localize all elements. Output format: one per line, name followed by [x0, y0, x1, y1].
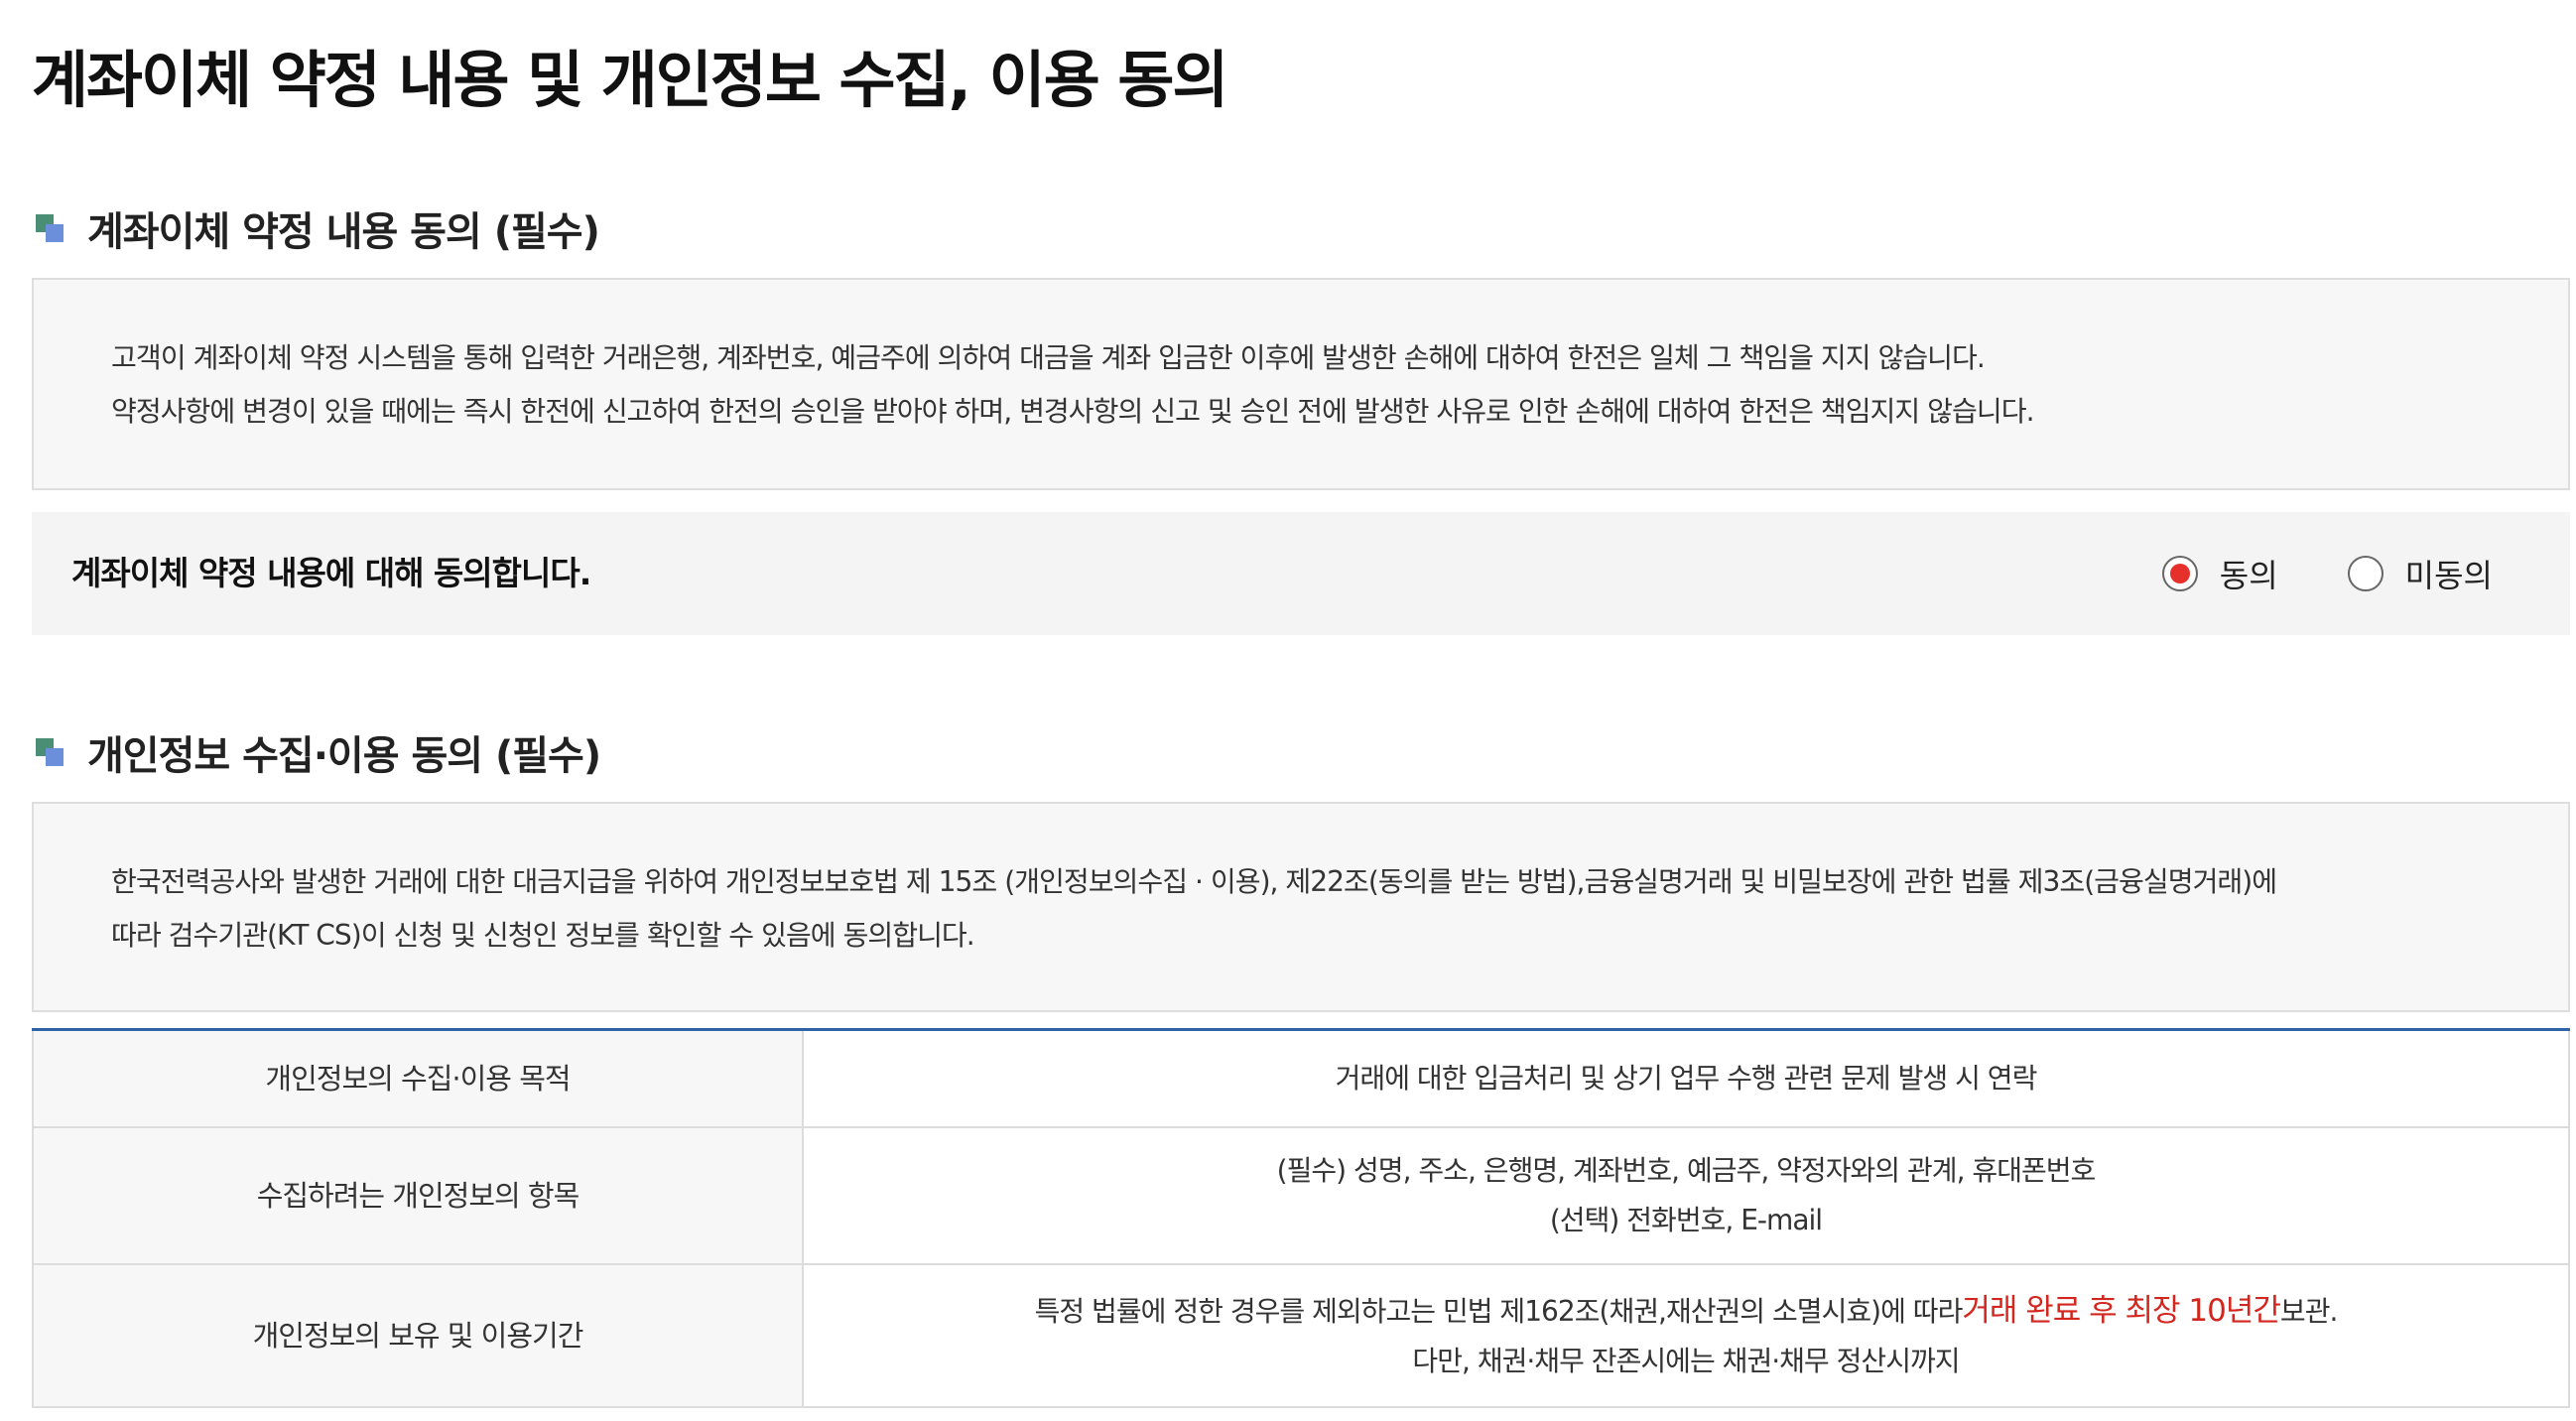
agree-question: 계좌이체 약정 내용에 대해 동의합니다.: [71, 554, 591, 592]
optional-items-text: (선택) 전화번호, E-mail: [1549, 1204, 1823, 1236]
table-value-cell: 거래에 대한 입금처리 및 상기 업무 수행 관련 문제 발생 시 연락: [802, 1028, 2570, 1128]
notice-line: 약정사항에 변경이 있을 때에는 즉시 한전에 신고하여 한전의 승인을 받아야…: [111, 395, 2035, 428]
purpose-text: 거래에 대한 입금처리 및 상기 업무 수행 관련 문제 발생 시 연락: [1335, 1062, 2038, 1095]
agree-radio[interactable]: 동의: [2161, 551, 2278, 596]
table-row: 수집하려는 개인정보의 항목 (필수) 성명, 주소, 은행명, 계좌번호, 예…: [32, 1126, 2570, 1265]
consent-radio-group: 동의 미동의: [2093, 512, 2493, 635]
privacy-info-table: 개인정보의 수집·이용 목적 거래에 대한 입금처리 및 상기 업무 수행 관련…: [32, 1028, 2570, 1408]
disagree-radio[interactable]: 미동의: [2347, 551, 2493, 596]
radio-checked-icon[interactable]: [2161, 556, 2198, 591]
page-title: 계좌이체 약정 내용 및 개인정보 수집, 이용 동의: [32, 44, 1228, 116]
section-header-transfer-agreement: 계좌이체 약정 내용 동의 (필수): [32, 198, 600, 258]
table-row: 개인정보의 보유 및 이용기간 특정 법률에 정한 경우를 제외하고는 민법 제…: [32, 1263, 2570, 1408]
retention-period-text: 특정 법률에 정한 경우를 제외하고는 민법 제162조(채권,재산권의 소멸시…: [814, 1286, 2558, 1337]
privacy-consent-notice: 한국전력공사와 발생한 거래에 대한 대금지급을 위하여 개인정보보호법 제 1…: [32, 802, 2570, 1012]
section-title-transfer-agreement: 계좌이체 약정 내용 동의 (필수): [87, 209, 600, 255]
radio-unchecked-icon[interactable]: [2347, 556, 2383, 591]
notice-line: 고객이 계좌이체 약정 시스템을 통해 입력한 거래은행, 계좌번호, 예금주에…: [111, 341, 1986, 374]
notice-line: 한국전력공사와 발생한 거래에 대한 대금지급을 위하여 개인정보보호법 제 1…: [111, 865, 2277, 898]
retention-suffix: 보관.: [2279, 1294, 2338, 1328]
required-items-text: (필수) 성명, 주소, 은행명, 계좌번호, 예금주, 약정자와의 관계, 휴…: [1276, 1154, 2097, 1187]
table-row: 개인정보의 수집·이용 목적 거래에 대한 입금처리 및 상기 업무 수행 관련…: [32, 1028, 2570, 1128]
section-bullet-icon: [32, 734, 67, 770]
transfer-agreement-consent-bar: 계좌이체 약정 내용에 대해 동의합니다. 동의 미동의: [32, 512, 2570, 635]
transfer-agreement-notice: 고객이 계좌이체 약정 시스템을 통해 입력한 거래은행, 계좌번호, 예금주에…: [32, 278, 2570, 490]
table-header-cell: 개인정보의 수집·이용 목적: [32, 1028, 804, 1128]
disagree-radio-label[interactable]: 미동의: [2405, 551, 2493, 596]
table-header-cell: 수집하려는 개인정보의 항목: [32, 1126, 804, 1265]
section-header-privacy-consent: 개인정보 수집·이용 동의 (필수): [32, 722, 601, 782]
table-header-cell: 개인정보의 보유 및 이용기간: [32, 1263, 804, 1408]
retention-highlight: 거래 완료 후 최장 10년간: [1962, 1292, 2281, 1329]
retention-prefix: 특정 법률에 정한 경우를 제외하고는 민법 제162조(채권,재산권의 소멸시…: [1034, 1294, 1964, 1328]
agree-radio-label[interactable]: 동의: [2220, 551, 2278, 596]
notice-line: 따라 검수기관(KT CS)이 신청 및 신청인 정보를 확인할 수 있음에 동…: [111, 919, 975, 952]
section-bullet-icon: [32, 210, 67, 246]
table-value-cell: (필수) 성명, 주소, 은행명, 계좌번호, 예금주, 약정자와의 관계, 휴…: [802, 1126, 2570, 1265]
retention-exception-text: 다만, 채권·채무 잔존시에는 채권·채무 정산시까지: [1412, 1344, 1960, 1377]
table-value-cell: 특정 법률에 정한 경우를 제외하고는 민법 제162조(채권,재산권의 소멸시…: [802, 1263, 2570, 1408]
section-title-privacy-consent: 개인정보 수집·이용 동의 (필수): [87, 733, 601, 779]
